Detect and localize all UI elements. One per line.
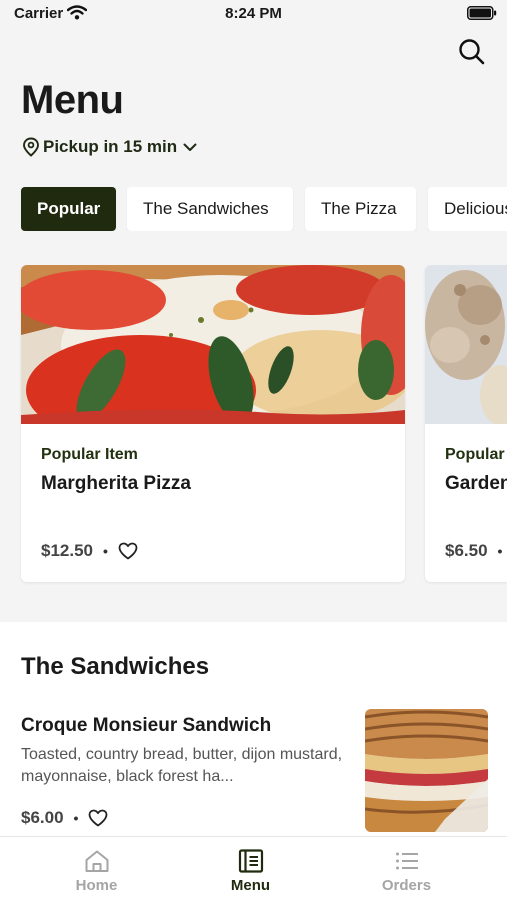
card-title: Garden: [445, 473, 507, 494]
heart-icon[interactable]: [88, 809, 108, 827]
menu-icon: [238, 849, 263, 873]
search-button[interactable]: [457, 37, 487, 67]
chip-label: The Pizza: [321, 199, 397, 218]
home-icon: [85, 850, 108, 872]
chip-label: Popular: [37, 199, 101, 218]
chevron-down-icon: [183, 143, 197, 151]
popular-card[interactable]: Popular Garden $6.50 •: [425, 265, 507, 582]
popular-card[interactable]: Popular Item Margherita Pizza $12.50 •: [21, 265, 405, 582]
section-title: The Sandwiches: [21, 653, 210, 680]
battery-icon: [467, 6, 497, 25]
chip-label: Delicious: [444, 199, 507, 218]
tab-bar: Home Menu Orders: [0, 836, 507, 900]
category-tabs: Popular The Sandwiches The Pizza Delicio…: [0, 187, 507, 231]
category-chip-delicious[interactable]: Delicious: [428, 187, 507, 231]
tab-label: Home: [75, 877, 118, 894]
card-tag: Popular Item: [41, 446, 138, 463]
card-tag: Popular: [445, 446, 505, 463]
card-title: Margherita Pizza: [41, 473, 191, 494]
separator-dot: •: [73, 810, 79, 826]
category-chip-pizza[interactable]: The Pizza: [305, 187, 416, 231]
tab-menu[interactable]: Menu: [166, 837, 335, 900]
location-pin-icon: [23, 137, 39, 157]
heart-icon[interactable]: [118, 542, 138, 560]
croque-monsieur-image: [365, 709, 488, 832]
tab-orders[interactable]: Orders: [322, 837, 491, 900]
card-price: $12.50: [41, 541, 93, 560]
clock: 8:24 PM: [225, 5, 282, 22]
category-chip-sandwiches[interactable]: The Sandwiches: [127, 187, 293, 231]
search-icon: [459, 39, 485, 65]
card-price-row: $6.50 •: [445, 541, 507, 561]
orders-icon: [395, 852, 418, 870]
item-description: Toasted, country bread, butter, dijon mu…: [21, 746, 343, 785]
tab-home[interactable]: Home: [12, 837, 181, 900]
card-price: $6.50: [445, 541, 488, 560]
item-price-row: $6.00 •: [21, 808, 108, 828]
category-chip-popular[interactable]: Popular: [21, 187, 116, 231]
tab-label: Orders: [381, 877, 432, 894]
garden-salad-image: [425, 265, 507, 424]
separator-dot: •: [497, 543, 503, 559]
item-title: Croque Monsieur Sandwich: [21, 715, 272, 736]
status-bar: Carrier 8:24 PM: [0, 0, 507, 28]
item-price: $6.00: [21, 808, 64, 827]
card-price-row: $12.50 •: [41, 541, 138, 561]
pickup-selector[interactable]: Pickup in 15 min: [22, 136, 200, 158]
pickup-label: Pickup in 15 min: [43, 137, 178, 156]
page-title: Menu: [21, 78, 124, 122]
margherita-pizza-image: [21, 265, 405, 424]
popular-carousel: Popular Item Margherita Pizza $12.50 • P…: [0, 265, 507, 585]
separator-dot: •: [103, 543, 108, 559]
tab-label: Menu: [230, 877, 271, 894]
chip-label: The Sandwiches: [143, 199, 269, 218]
